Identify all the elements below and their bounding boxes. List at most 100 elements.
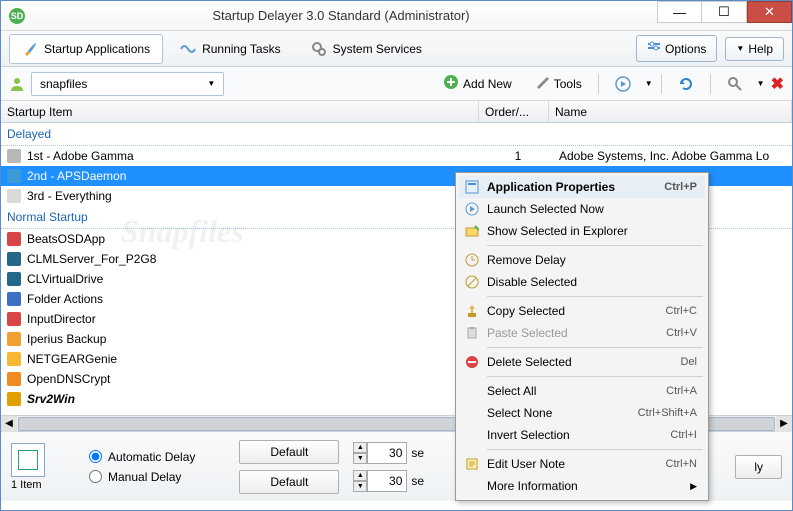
app-icon xyxy=(7,252,21,266)
options-label: Options xyxy=(665,42,706,56)
tools-button[interactable]: Tools xyxy=(526,71,590,96)
play-button[interactable] xyxy=(607,73,639,95)
automatic-delay-label: Automatic Delay xyxy=(108,450,195,464)
dropdown-arrow-icon[interactable]: ▼ xyxy=(645,79,653,88)
group-delayed[interactable]: Delayed xyxy=(1,123,792,146)
menu-item-application-properties[interactable]: Application PropertiesCtrl+P xyxy=(459,176,705,198)
refresh-button[interactable] xyxy=(670,73,702,95)
tab-system-services[interactable]: System Services xyxy=(298,34,435,64)
menu-label: Copy Selected xyxy=(487,304,666,318)
gears-icon xyxy=(311,41,327,57)
minimize-button[interactable]: — xyxy=(657,1,702,23)
user-dropdown[interactable]: snapfiles ▼ xyxy=(31,72,224,96)
row-label: Iperius Backup xyxy=(27,332,477,346)
app-icon xyxy=(7,372,21,386)
app-icon: SD xyxy=(9,8,25,24)
table-row[interactable]: 1st - Adobe Gamma1Adobe Systems, Inc. Ad… xyxy=(1,146,792,166)
menu-label: Select All xyxy=(487,384,666,398)
col-startup-item[interactable]: Startup Item xyxy=(1,101,479,122)
disable-icon xyxy=(464,274,480,290)
menu-item-disable-selected[interactable]: Disable Selected xyxy=(459,271,705,293)
dropdown-arrow-icon: ▼ xyxy=(736,44,744,53)
scroll-left-icon[interactable]: ◀ xyxy=(1,416,17,432)
menu-label: Show Selected in Explorer xyxy=(487,224,697,238)
menu-item-select-all[interactable]: Select AllCtrl+A xyxy=(459,380,705,402)
help-button[interactable]: ▼ Help xyxy=(725,37,784,61)
item-count: 1 Item xyxy=(11,479,45,491)
wave-icon xyxy=(180,41,196,57)
user-name: snapfiles xyxy=(40,77,87,91)
tab-startup-applications[interactable]: Startup Applications xyxy=(9,34,163,64)
menu-label: More Information xyxy=(487,479,690,493)
window-controls: — ☐ ✕ xyxy=(657,1,792,30)
menu-shortcut: Ctrl+A xyxy=(666,385,697,397)
automatic-delay-radio[interactable]: Automatic Delay xyxy=(89,450,195,464)
dropdown-arrow-icon[interactable]: ▼ xyxy=(757,79,765,88)
row-label: 1st - Adobe Gamma xyxy=(27,149,477,163)
rocket-icon xyxy=(22,41,38,57)
menu-item-paste-selected: Paste SelectedCtrl+V xyxy=(459,322,705,344)
menu-item-remove-delay[interactable]: Remove Delay xyxy=(459,249,705,271)
delay-value-1[interactable] xyxy=(367,442,407,464)
menu-separator xyxy=(487,449,703,450)
search-button[interactable] xyxy=(719,73,751,95)
row-label: 2nd - APSDaemon xyxy=(27,169,477,183)
spinner-up-icon[interactable]: ▲ xyxy=(353,442,367,453)
menu-item-show-selected-in-explorer[interactable]: Show Selected in Explorer xyxy=(459,220,705,242)
menu-label: Application Properties xyxy=(487,180,664,194)
paste-icon xyxy=(464,325,480,341)
row-label: InputDirector xyxy=(27,312,477,326)
menu-item-more-information[interactable]: More Information▶ xyxy=(459,475,705,497)
menu-shortcut: Del xyxy=(680,356,697,368)
tools-label: Tools xyxy=(554,77,582,91)
spinner-down-icon[interactable]: ▼ xyxy=(353,453,367,464)
row-label: NETGEARGenie xyxy=(27,352,477,366)
scroll-right-icon[interactable]: ▶ xyxy=(776,416,792,432)
menu-item-launch-selected-now[interactable]: Launch Selected Now xyxy=(459,198,705,220)
app-icon xyxy=(7,292,21,306)
menu-item-select-none[interactable]: Select NoneCtrl+Shift+A xyxy=(459,402,705,424)
app-icon xyxy=(7,169,21,183)
menu-label: Select None xyxy=(487,406,638,420)
props-icon xyxy=(464,179,480,195)
close-button[interactable]: ✕ xyxy=(747,1,792,23)
app-icon xyxy=(7,232,21,246)
row-label: BeatsOSDApp xyxy=(27,232,477,246)
menu-item-invert-selection[interactable]: Invert SelectionCtrl+I xyxy=(459,424,705,446)
default-button-2[interactable]: Default xyxy=(239,470,339,494)
title-bar: SD Startup Delayer 3.0 Standard (Adminis… xyxy=(1,1,792,31)
app-icon xyxy=(7,312,21,326)
menu-item-copy-selected[interactable]: Copy SelectedCtrl+C xyxy=(459,300,705,322)
play-icon xyxy=(464,201,480,217)
maximize-button[interactable]: ☐ xyxy=(702,1,747,23)
spinner-up-icon[interactable]: ▲ xyxy=(353,470,367,481)
spinner-down-icon[interactable]: ▼ xyxy=(353,481,367,492)
manual-delay-radio[interactable]: Manual Delay xyxy=(89,470,195,484)
col-order[interactable]: Order/... xyxy=(479,101,549,122)
options-button[interactable]: Options xyxy=(636,35,717,62)
menu-label: Disable Selected xyxy=(487,275,697,289)
delay-spinner-1[interactable]: ▲▼ se xyxy=(353,442,424,464)
dropdown-arrow-icon: ▼ xyxy=(207,79,215,88)
default-button-1[interactable]: Default xyxy=(239,440,339,464)
clear-button[interactable]: ✖ xyxy=(771,74,784,94)
clock-icon xyxy=(464,252,480,268)
note-icon xyxy=(464,456,480,472)
delay-spinner-2[interactable]: ▲▼ se xyxy=(353,470,424,492)
tab-label: Running Tasks xyxy=(202,42,281,56)
apply-button[interactable]: ly xyxy=(735,455,782,479)
menu-label: Remove Delay xyxy=(487,253,697,267)
explorer-icon xyxy=(464,223,480,239)
menu-item-delete-selected[interactable]: Delete SelectedDel xyxy=(459,351,705,373)
tab-running-tasks[interactable]: Running Tasks xyxy=(167,34,294,64)
col-name[interactable]: Name xyxy=(549,101,792,122)
row-name: Adobe Systems, Inc. Adobe Gamma Lo xyxy=(559,149,792,163)
tools-icon xyxy=(534,74,550,93)
app-icon xyxy=(7,189,21,203)
submenu-arrow-icon: ▶ xyxy=(690,481,697,492)
add-new-button[interactable]: Add New xyxy=(435,71,520,96)
delay-value-2[interactable] xyxy=(367,470,407,492)
row-label: CLMLServer_For_P2G8 xyxy=(27,252,477,266)
app-icon xyxy=(7,272,21,286)
menu-item-edit-user-note[interactable]: Edit User NoteCtrl+N xyxy=(459,453,705,475)
